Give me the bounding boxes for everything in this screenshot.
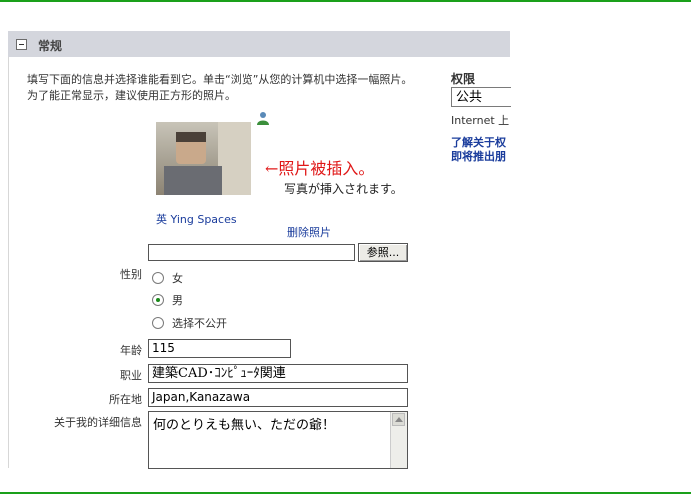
gender-option-female: 女 — [172, 272, 183, 285]
gender-option-male: 男 — [172, 294, 183, 307]
gender-label: 性别 — [120, 268, 142, 281]
permissions-link[interactable]: 了解关于权 即将推出朋 — [451, 136, 511, 164]
bottom-rule — [0, 492, 691, 494]
photo-annotation: ←照片被插入。 — [265, 159, 375, 178]
about-scrollbar[interactable] — [390, 412, 407, 468]
permissions-title: 权限 — [451, 72, 476, 86]
location-input[interactable]: Japan,Kanazawa — [148, 388, 408, 407]
permissions-note: Internet 上 — [451, 114, 510, 127]
instructions-text: 填写下面的信息并选择谁能看到它。单击“浏览”从您的计算机中选择一幅照片。为了能正… — [27, 73, 413, 102]
owner-link[interactable]: 英 Ying Spaces — [156, 211, 237, 227]
section-title: 常规 — [38, 39, 63, 53]
permissions-link-line2[interactable]: 即将推出朋 — [451, 150, 511, 164]
top-rule — [0, 0, 691, 2]
photo-file-input[interactable] — [148, 244, 355, 261]
gender-option-private: 选择不公开 — [172, 317, 227, 330]
browse-button[interactable]: 参照... — [358, 243, 408, 262]
occupation-input[interactable]: 建築CAD･ｺﾝﾋﾟｭｰﾀ関連 — [148, 364, 408, 383]
delete-photo-link[interactable]: 删除照片 — [287, 224, 331, 240]
gender-radio-male[interactable] — [152, 294, 164, 306]
permissions-select[interactable]: 公共 — [451, 87, 511, 107]
location-label: 所在地 — [109, 393, 142, 406]
permissions-link-line1[interactable]: 了解关于权 — [451, 136, 511, 150]
photo-annotation-jp: 写真が挿入されます。 — [284, 182, 403, 196]
occupation-label: 职业 — [120, 369, 142, 382]
gender-radio-female[interactable] — [152, 272, 164, 284]
about-text: 何のとりえも無い、ただの爺！ — [153, 418, 336, 433]
profile-photo — [156, 122, 251, 195]
about-textarea[interactable]: 何のとりえも無い、ただの爺！ — [148, 411, 408, 469]
section-header: 常规 — [8, 31, 510, 57]
collapse-icon[interactable] — [16, 39, 27, 50]
age-input[interactable]: 115 — [148, 339, 291, 358]
age-label: 年龄 — [120, 344, 142, 357]
about-label: 关于我的详细信息 — [54, 416, 142, 429]
gender-radio-private[interactable] — [152, 317, 164, 329]
person-icon — [257, 112, 269, 125]
scroll-up-icon[interactable] — [392, 413, 405, 426]
